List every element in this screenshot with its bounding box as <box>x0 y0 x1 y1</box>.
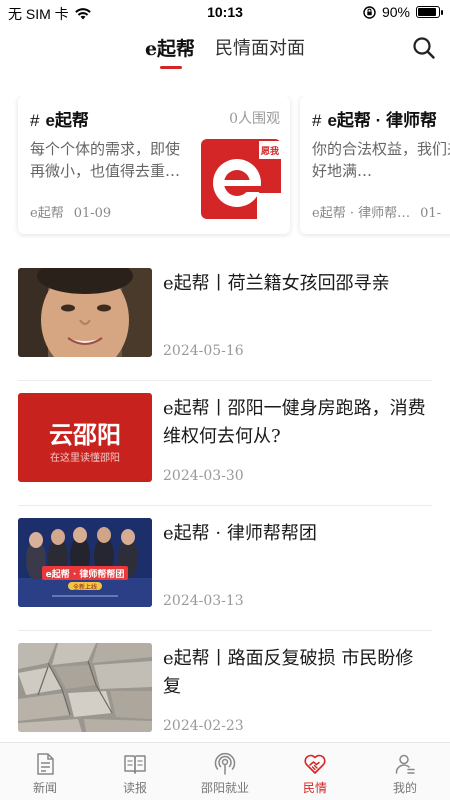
card-source: e起帮 <box>30 206 64 221</box>
thumbnail-poster: e起帮 · 律师帮帮团 全新上线 <box>18 518 152 607</box>
nav-item-newspaper[interactable]: 读报 <box>90 743 180 800</box>
battery-icon <box>416 6 443 18</box>
poster-image <box>18 518 152 607</box>
news-date: 2024-03-13 <box>163 593 244 609</box>
hash-icon: # <box>312 111 322 130</box>
news-title: e起帮丨邵阳一健身房跑路，消费维权何去何从? <box>163 398 426 447</box>
tab-indicator <box>160 66 182 69</box>
orientation-lock-icon <box>363 5 376 19</box>
thumbnail-pavement <box>18 643 152 732</box>
news-title: e起帮丨路面反复破损 市民盼修复 <box>163 648 414 697</box>
tab-eqibang[interactable]: e起帮 <box>145 34 195 61</box>
newspaper-icon <box>124 755 146 774</box>
battery-fill <box>418 8 436 16</box>
news-title: e起帮 · 律师帮帮团 <box>163 523 317 544</box>
card-title: # e起帮 · 律师帮 <box>312 111 438 130</box>
bottom-nav: 新闻 读报 邵阳就业 民情 我的 <box>0 742 450 800</box>
profile-icon <box>395 754 415 774</box>
broadcast-icon <box>214 753 236 775</box>
eqibang-logo: 愿我 <box>201 139 281 219</box>
card-date: 01-09 <box>73 206 112 221</box>
thumbnail-brand: 云邵阳 在这里读懂邵阳 <box>18 393 152 482</box>
list-item[interactable]: e起帮 · 律师帮帮团 全新上线 e起帮 · 律师帮帮团 2024-03-13 <box>0 506 450 631</box>
card-source: e起帮 · 律师帮… <box>312 206 411 221</box>
news-date: 2024-02-23 <box>163 718 244 734</box>
status-bar: 无 SIM 卡 10:13 90% <box>0 0 450 24</box>
list-item[interactable]: e起帮丨路面反复破损 市民盼修复 2024-02-23 <box>0 631 450 756</box>
nav-label: 民情 <box>302 781 327 795</box>
nav-label: 邵阳就业 <box>200 781 249 795</box>
card-date: 01- <box>420 206 442 221</box>
tab-bar: e起帮 民情面对面 <box>0 34 450 61</box>
handshake-heart-icon <box>304 754 326 774</box>
topic-card[interactable]: #e起帮 · 律师帮 你的合法权益，我们来守护！为了更好地满… e起帮 · 律师… <box>300 96 450 234</box>
card-meta: e起帮 01-09 <box>30 202 111 221</box>
nav-item-news[interactable]: 新闻 <box>0 743 90 800</box>
search-button[interactable] <box>412 36 436 60</box>
status-right: 90% <box>363 4 443 20</box>
list-item[interactable]: e起帮丨荷兰籍女孩回邵寻亲 2024-05-16 <box>0 256 450 381</box>
nav-item-jobs[interactable]: 邵阳就业 <box>180 743 270 800</box>
nav-item-profile[interactable]: 我的 <box>360 743 450 800</box>
search-icon <box>413 37 435 59</box>
nav-label: 我的 <box>392 781 417 795</box>
card-meta: e起帮 · 律师帮… 01- <box>312 202 441 221</box>
nav-item-minqing[interactable]: 民情 <box>270 743 360 800</box>
news-icon <box>37 753 54 775</box>
hash-icon: # <box>30 111 40 130</box>
portrait-image <box>18 268 152 357</box>
topic-card[interactable]: # e起帮 0人围观 每个个体的需求，即使再微小，也值得去重… e起帮 01-09 … <box>18 96 290 234</box>
news-date: 2024-03-30 <box>163 468 244 484</box>
brand-subtitle: 在这里读懂邵阳 <box>50 453 120 464</box>
battery-percent: 90% <box>381 4 410 20</box>
header: e起帮 民情面对面 <box>0 24 450 76</box>
tab-minqing-face-to-face[interactable]: 民情面对面 <box>215 34 305 61</box>
card-description: 每个个体的需求，即使再微小，也值得去重… <box>30 140 181 180</box>
card-description: 你的合法权益，我们来守护！为了更好地满… <box>312 140 450 180</box>
brand-title: 云邵阳 <box>49 421 121 449</box>
thumbnail-portrait <box>18 268 152 357</box>
list-item[interactable]: 云邵阳 在这里读懂邵阳 e起帮丨邵阳一健身房跑路，消费维权何去何从? 2024-… <box>0 381 450 506</box>
topic-cards[interactable]: # e起帮 0人围观 每个个体的需求，即使再微小，也值得去重… e起帮 01-09 … <box>0 96 450 238</box>
logo-caption: 愿我 <box>261 145 279 157</box>
card-view-count: 0人围观 <box>229 111 280 127</box>
poster-badge: 全新上线 <box>72 584 97 591</box>
nav-label: 新闻 <box>32 781 57 795</box>
poster-title: e起帮 · 律师帮帮团 <box>45 570 125 580</box>
news-title: e起帮丨荷兰籍女孩回邵寻亲 <box>163 273 390 294</box>
pavement-image <box>18 643 152 732</box>
news-date: 2024-05-16 <box>163 343 244 359</box>
nav-label: 读报 <box>122 781 147 795</box>
card-title: # e起帮 <box>30 111 89 130</box>
